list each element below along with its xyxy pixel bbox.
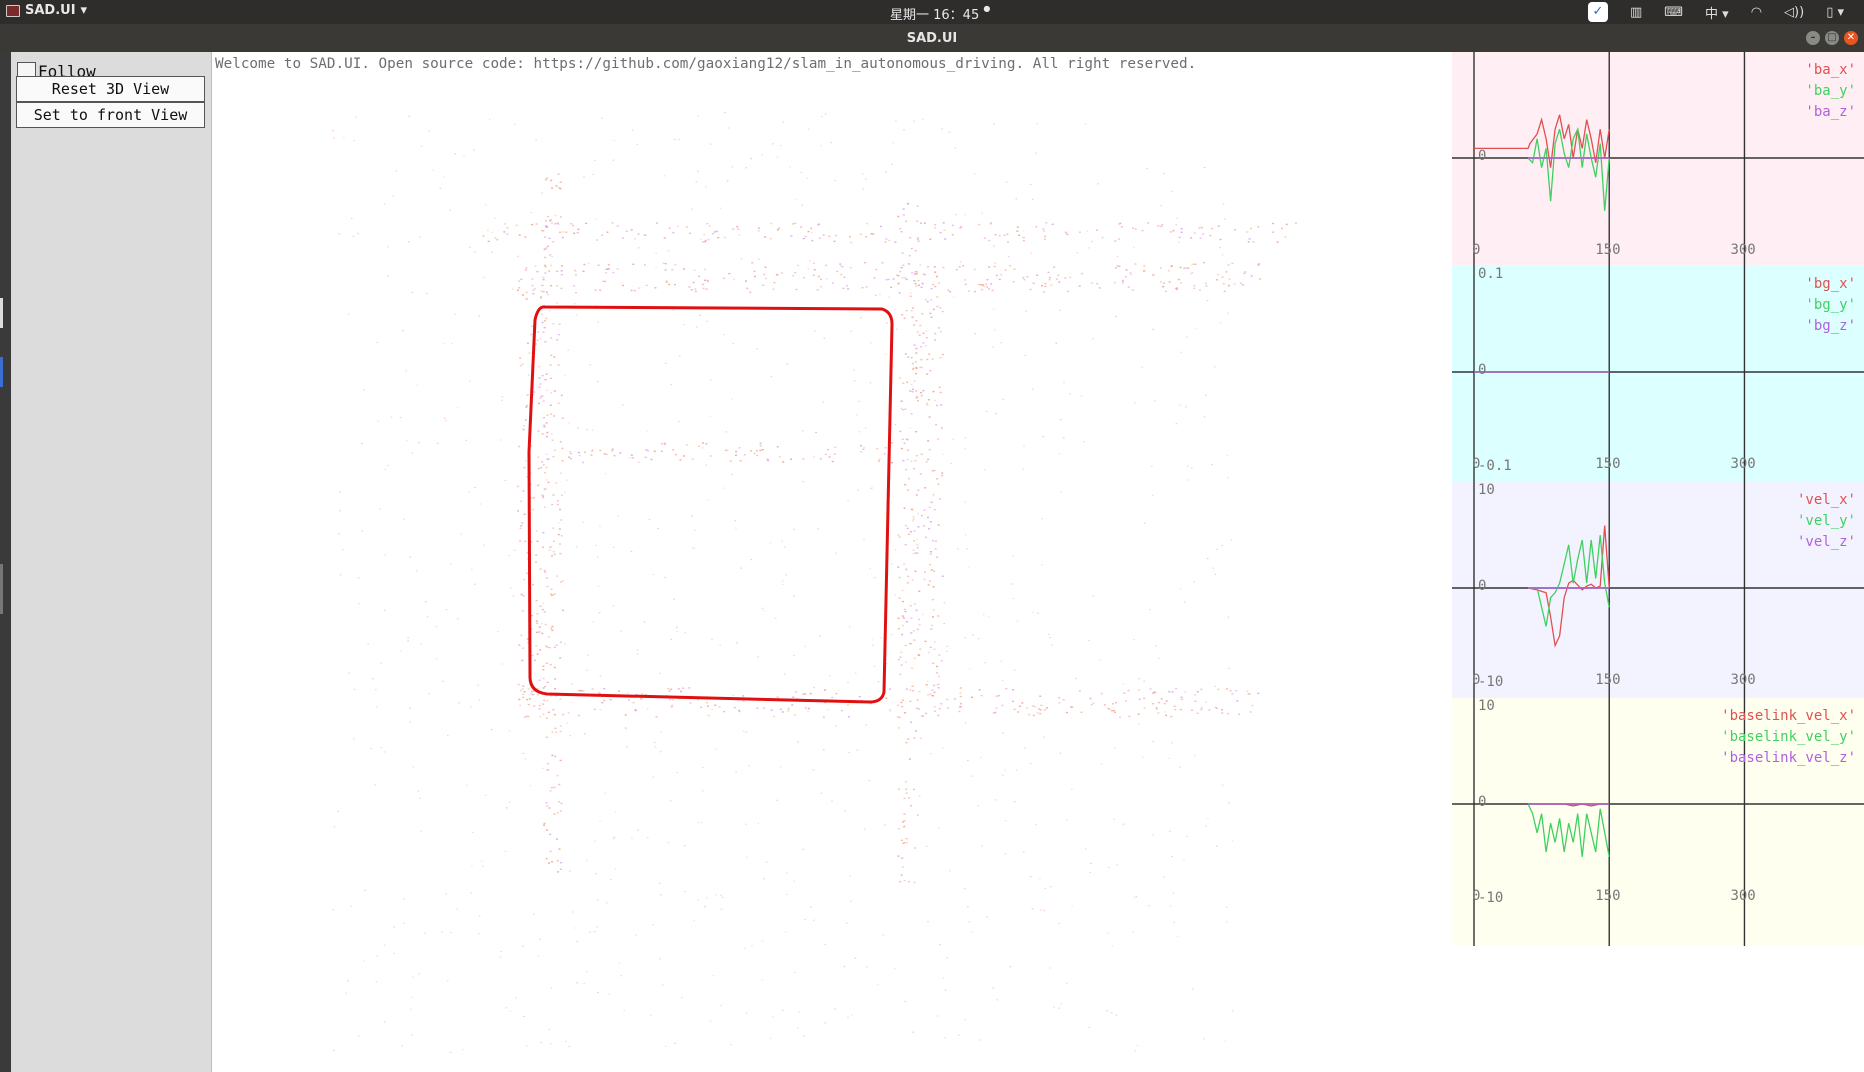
y-tick-label: 0 [1478,148,1487,164]
launcher-indicator [0,564,3,614]
y-tick-label: 0 [1478,578,1487,594]
x-tick-label: 150 [1595,456,1621,472]
plot-bg-canvas [1452,266,1864,514]
wifi-icon[interactable]: ◠ [1751,5,1762,20]
legend-bg-y: 'bg_y' [1805,297,1856,313]
launcher-indicator [0,357,3,387]
y-tick-label: -10 [1478,890,1504,906]
reset-3d-view-button[interactable]: Reset 3D View [16,76,205,102]
x-tick-label: 300 [1730,456,1756,472]
y-tick-label: 0 [1478,794,1487,810]
point-cloud-map [332,112,1297,1053]
window-title-bar: SAD.UI – □ ✕ [0,24,1864,52]
grid-icon[interactable]: ▥ [1630,5,1642,20]
close-button[interactable]: ✕ [1844,31,1858,45]
x-tick-label: 150 [1595,672,1621,688]
app-indicator-icon[interactable]: ✓ [1587,2,1608,22]
system-top-bar: SAD.UI ▾ 星期一 16：45 ● ✓ ▥ ⌨ 中 ▾ ◠ ◁)) ▯ ▾ [0,0,1864,24]
maximize-button[interactable]: □ [1825,31,1839,45]
volume-icon[interactable]: ◁)) [1784,5,1804,20]
plot-background [1452,52,1864,300]
legend-bg-z: 'bg_z' [1805,318,1856,334]
plot-background [1452,266,1864,514]
x-tick-label: 300 [1730,242,1756,258]
legend-baselink-vel-z: 'baselink_vel_z' [1721,750,1856,766]
y-tick-label: 0 [1478,362,1487,378]
legend-baselink-vel-x: 'baselink_vel_x' [1721,708,1856,724]
clock-label: 星期一 16：45 [890,8,980,23]
launcher-strip [0,52,11,1072]
plot-ba-canvas [1452,52,1864,300]
notification-dot-icon: ● [983,4,991,13]
chevron-down-icon: ▾ [80,3,88,18]
legend-bg-x: 'bg_x' [1805,276,1856,292]
minimize-button[interactable]: – [1806,31,1820,45]
input-method-menu[interactable]: 中 ▾ [1705,3,1729,22]
point-cloud-points [332,112,1297,1053]
y-tick-label: 10 [1478,698,1495,714]
legend-baselink-vel-y: 'baselink_vel_y' [1721,729,1856,745]
control-panel: Follow Reset 3D View Set to front View [11,52,212,1072]
legend-ba-x: 'ba_x' [1805,62,1856,78]
plot-ba[interactable]: 'ba_x' 'ba_y' 'ba_z' 01503004500 [1452,52,1864,300]
plot-baselink-vel[interactable]: 'baselink_vel_x' 'baselink_vel_y' 'basel… [1452,698,1864,946]
legend-vel-z: 'vel_z' [1796,534,1856,550]
window-title: SAD.UI [906,31,958,46]
plot-vel-legend: 'vel_x' 'vel_y' 'vel_z' [1797,490,1856,553]
y-tick-label: -0.1 [1478,458,1512,474]
plot-bg-legend: 'bg_x' 'bg_y' 'bg_z' [1805,274,1856,337]
legend-ba-z: 'ba_z' [1805,104,1856,120]
legend-vel-y: 'vel_y' [1796,513,1856,529]
input-method-label: 中 [1705,6,1719,22]
x-tick-label: 150 [1595,242,1621,258]
app-menu-label: SAD.UI [25,3,76,18]
app-icon [6,4,20,17]
plot-vel[interactable]: 'vel_x' 'vel_y' 'vel_z' 0150300450100-10 [1452,482,1864,730]
x-tick-label: 300 [1730,888,1756,904]
plot-ba-legend: 'ba_x' 'ba_y' 'ba_z' [1805,60,1856,123]
set-front-view-button[interactable]: Set to front View [16,102,205,128]
plot-bg[interactable]: 'bg_x' 'bg_y' 'bg_z' 01503004500.10-0.1 [1452,266,1864,514]
system-tray: ✓ ▥ ⌨ 中 ▾ ◠ ◁)) ▯ ▾ [1587,2,1844,22]
legend-vel-x: 'vel_x' [1796,492,1856,508]
x-tick-label: 0 [1472,242,1481,258]
keyboard-icon[interactable]: ⌨ [1664,5,1683,20]
app-menu[interactable]: SAD.UI ▾ [6,3,87,18]
state-plots-panel: 'ba_x' 'ba_y' 'ba_z' 01503004500 'bg_x' … [1452,52,1864,1072]
clock[interactable]: 星期一 16：45 ● [890,4,990,23]
battery-icon[interactable]: ▯ ▾ [1826,5,1844,20]
legend-ba-y: 'ba_y' [1805,83,1856,99]
launcher-indicator [0,298,3,328]
x-tick-label: 150 [1595,888,1621,904]
y-tick-label: 10 [1478,482,1495,498]
y-tick-label: 0.1 [1478,266,1504,282]
x-tick-label: 300 [1730,672,1756,688]
plot-baselink-vel-legend: 'baselink_vel_x' 'baselink_vel_y' 'basel… [1721,706,1856,769]
trajectory-path [527,305,894,704]
map-3d-view[interactable]: Welcome to SAD.UI. Open source code: htt… [212,52,1452,1072]
y-tick-label: -10 [1478,674,1504,690]
